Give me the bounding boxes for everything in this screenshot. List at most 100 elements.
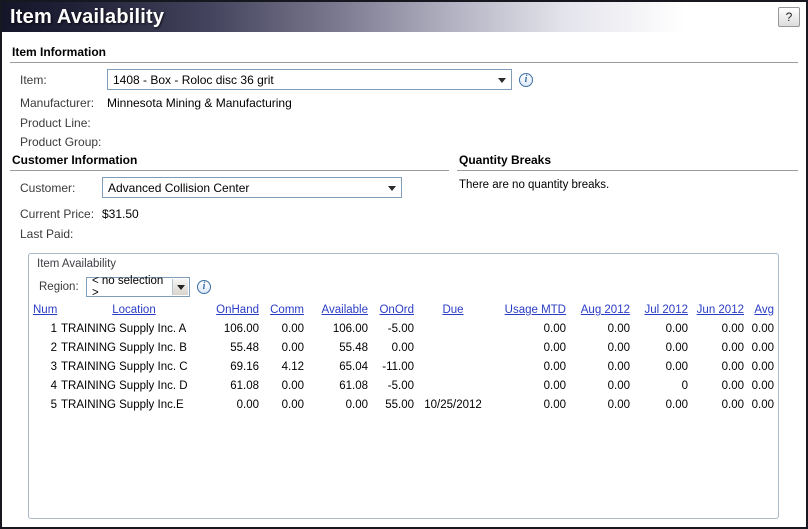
quantity-breaks-message: There are no quantity breaks. — [459, 179, 806, 191]
cell-jul-2012: 0.00 — [632, 338, 690, 357]
customer-information-header: Customer Information — [10, 153, 449, 171]
col-header-usage-mtd[interactable]: Usage MTD — [490, 301, 568, 319]
cell-available: 0.00 — [306, 395, 370, 414]
region-info-icon[interactable] — [197, 280, 211, 294]
cell-onhand: 0.00 — [209, 395, 261, 414]
last-paid-label: Last Paid: — [20, 227, 102, 241]
cell-avg: 0.00 — [746, 376, 776, 395]
cell-usage-mtd: 0.00 — [490, 376, 568, 395]
cell-num: 1 — [31, 319, 59, 338]
cell-usage-mtd: 0.00 — [490, 338, 568, 357]
col-header-avg[interactable]: Avg — [746, 301, 776, 319]
table-header-row: NumLocationOnHandCommAvailableOnOrdDueUs… — [31, 301, 776, 319]
cell-onord: -5.00 — [370, 319, 416, 338]
titlebar: Item Availability ? — [2, 2, 806, 32]
cell-due — [416, 319, 490, 338]
cell-avg: 0.00 — [746, 319, 776, 338]
quantity-breaks-header: Quantity Breaks — [457, 153, 798, 171]
product-line-label: Product Line: — [20, 116, 107, 130]
table-row: 5TRAINING Supply Inc.E0.000.000.0055.001… — [31, 395, 776, 414]
customer-row: Customer: Advanced Collision Center — [20, 177, 449, 198]
current-price-value: $31.50 — [102, 207, 139, 221]
manufacturer-label: Manufacturer: — [20, 96, 107, 110]
cell-due — [416, 357, 490, 376]
col-header-jul-2012[interactable]: Jul 2012 — [632, 301, 690, 319]
item-availability-window: Item Availability ? Item Information Ite… — [0, 0, 808, 529]
cell-onhand: 61.08 — [209, 376, 261, 395]
cell-usage-mtd: 0.00 — [490, 319, 568, 338]
cell-jun-2012: 0.00 — [690, 357, 746, 376]
cell-comm: 0.00 — [261, 395, 306, 414]
cell-aug-2012: 0.00 — [568, 319, 632, 338]
cell-jul-2012: 0.00 — [632, 319, 690, 338]
col-header-jun-2012[interactable]: Jun 2012 — [690, 301, 746, 319]
cell-due — [416, 376, 490, 395]
current-price-label: Current Price: — [20, 207, 102, 221]
cell-avg: 0.00 — [746, 338, 776, 357]
cell-location: TRAINING Supply Inc. B — [59, 338, 209, 357]
help-button[interactable]: ? — [778, 7, 800, 27]
item-label: Item: — [20, 73, 107, 87]
quantity-breaks-title: Quantity Breaks — [459, 153, 551, 167]
customer-dropdown[interactable]: Advanced Collision Center — [102, 177, 402, 198]
chevron-down-icon — [498, 78, 506, 83]
cell-avg: 0.00 — [746, 395, 776, 414]
col-header-due[interactable]: Due — [416, 301, 490, 319]
item-row: Item: 1408 - Box - Roloc disc 36 grit — [20, 69, 806, 90]
cell-avg: 0.00 — [746, 357, 776, 376]
window-title: Item Availability — [10, 6, 164, 29]
chevron-down-icon — [177, 285, 185, 290]
cell-jun-2012: 0.00 — [690, 338, 746, 357]
cell-num: 5 — [31, 395, 59, 414]
cell-comm: 0.00 — [261, 376, 306, 395]
cell-num: 4 — [31, 376, 59, 395]
customer-label: Customer: — [20, 181, 102, 195]
cell-due: 10/25/2012 — [416, 395, 490, 414]
customer-dropdown-value: Advanced Collision Center — [108, 181, 249, 195]
cell-usage-mtd: 0.00 — [490, 395, 568, 414]
cell-onord: 55.00 — [370, 395, 416, 414]
col-header-comm[interactable]: Comm — [261, 301, 306, 319]
cell-onhand: 106.00 — [209, 319, 261, 338]
table-row: 4TRAINING Supply Inc. D61.080.0061.08-5.… — [31, 376, 776, 395]
cell-jul-2012: 0.00 — [632, 395, 690, 414]
col-header-location[interactable]: Location — [59, 301, 209, 319]
cell-aug-2012: 0.00 — [568, 376, 632, 395]
customer-quantity-section: Customer Information Customer: Advanced … — [2, 153, 806, 242]
col-header-aug-2012[interactable]: Aug 2012 — [568, 301, 632, 319]
col-header-available[interactable]: Available — [306, 301, 370, 319]
current-price-row: Current Price: $31.50 — [20, 206, 449, 222]
cell-comm: 0.00 — [261, 319, 306, 338]
col-header-onhand[interactable]: OnHand — [209, 301, 261, 319]
table-row: 3TRAINING Supply Inc. C69.164.1265.04-11… — [31, 357, 776, 376]
cell-available: 55.48 — [306, 338, 370, 357]
item-availability-group-title: Item Availability — [37, 258, 116, 270]
cell-comm: 4.12 — [261, 357, 306, 376]
cell-location: TRAINING Supply Inc.E — [59, 395, 209, 414]
col-header-onord[interactable]: OnOrd — [370, 301, 416, 319]
customer-information-title: Customer Information — [12, 153, 137, 167]
cell-onhand: 69.16 — [209, 357, 261, 376]
cell-aug-2012: 0.00 — [568, 395, 632, 414]
manufacturer-row: Manufacturer: Minnesota Mining & Manufac… — [20, 95, 806, 111]
item-dropdown[interactable]: 1408 - Box - Roloc disc 36 grit — [107, 69, 512, 90]
region-dropdown[interactable]: < no selection > — [86, 277, 190, 297]
cell-onord: -11.00 — [370, 357, 416, 376]
item-availability-group: Item Availability Region: < no selection… — [28, 253, 779, 519]
cell-location: TRAINING Supply Inc. C — [59, 357, 209, 376]
cell-jul-2012: 0 — [632, 376, 690, 395]
cell-onord: 0.00 — [370, 338, 416, 357]
cell-usage-mtd: 0.00 — [490, 357, 568, 376]
cell-jun-2012: 0.00 — [690, 376, 746, 395]
cell-jun-2012: 0.00 — [690, 319, 746, 338]
dropdown-button[interactable] — [172, 279, 188, 295]
cell-aug-2012: 0.00 — [568, 338, 632, 357]
quantity-breaks-column: Quantity Breaks There are no quantity br… — [449, 153, 806, 242]
product-group-label: Product Group: — [20, 135, 107, 149]
product-group-row: Product Group: — [20, 134, 806, 150]
col-header-num[interactable]: Num — [31, 301, 59, 319]
item-information-header: Item Information — [10, 45, 798, 63]
item-info-icon[interactable] — [519, 73, 533, 87]
cell-available: 106.00 — [306, 319, 370, 338]
cell-location: TRAINING Supply Inc. D — [59, 376, 209, 395]
